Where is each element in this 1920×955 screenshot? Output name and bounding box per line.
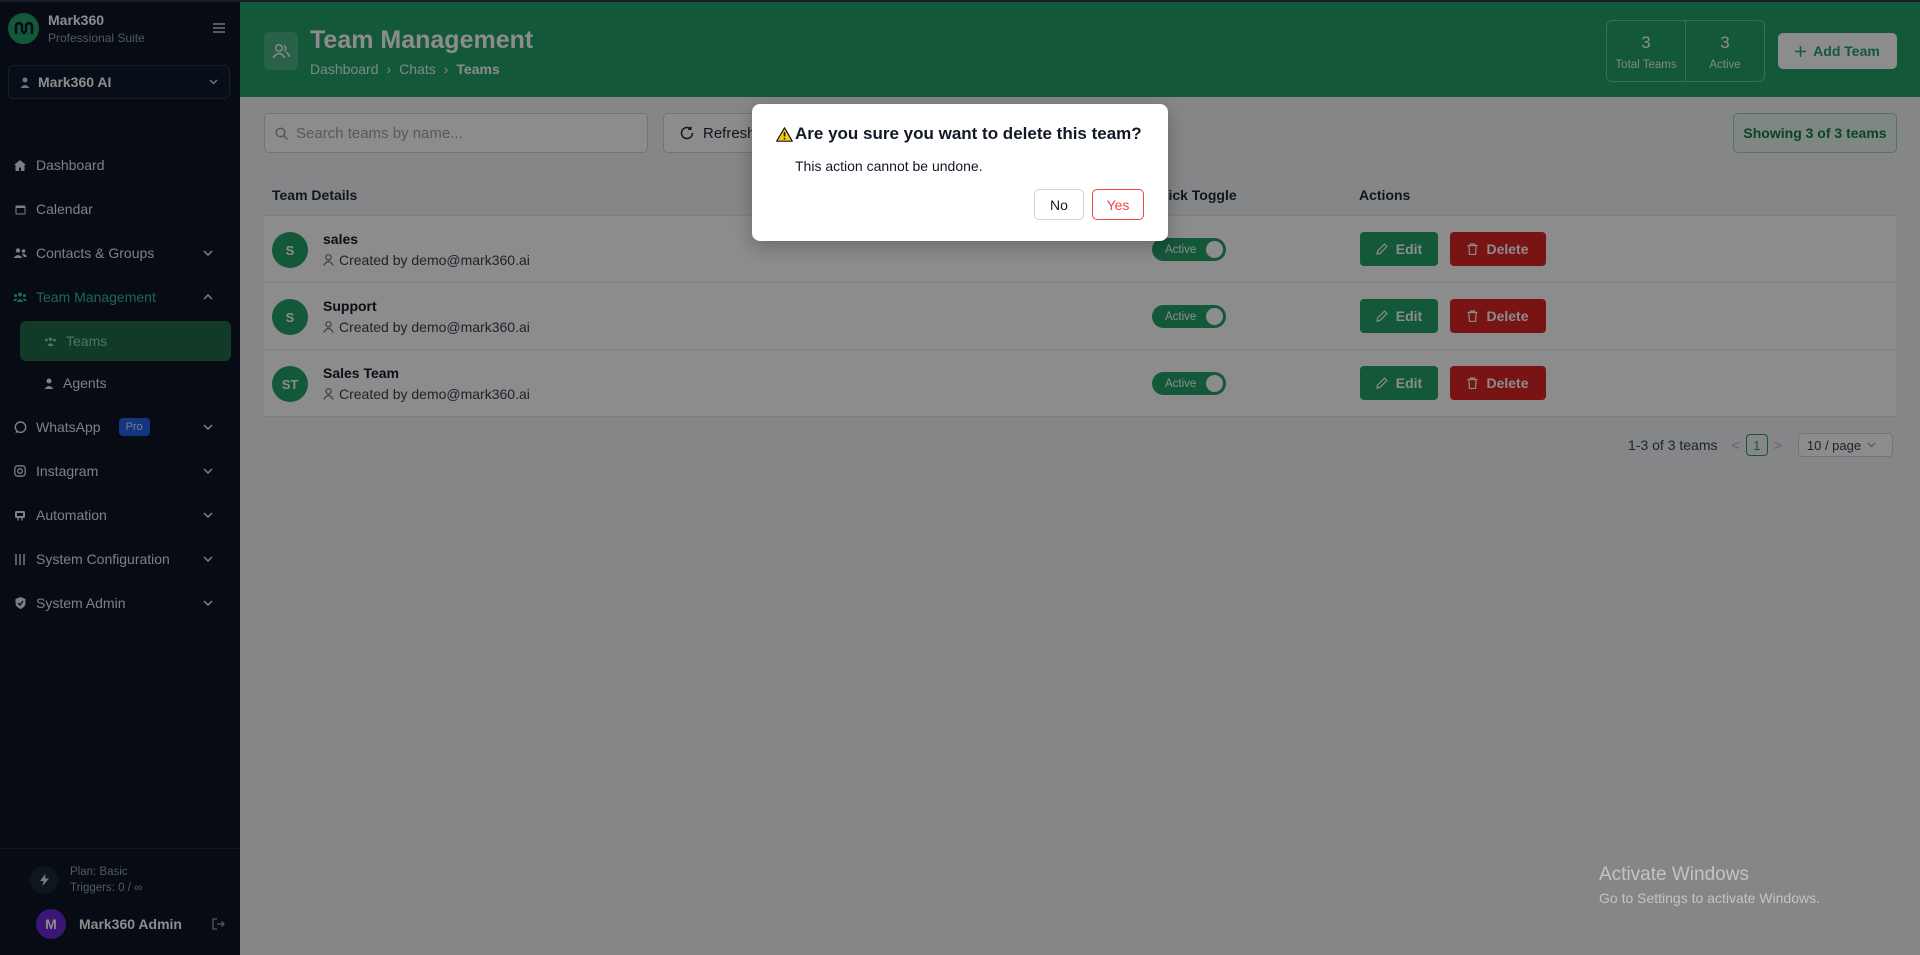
dialog-message: This action cannot be undone.	[795, 158, 983, 174]
warning-icon	[776, 126, 793, 142]
windows-activation-watermark: Activate Windows Go to Settings to activ…	[1599, 864, 1820, 906]
delete-confirm-dialog: Are you sure you want to delete this tea…	[752, 104, 1168, 241]
watermark-subtitle: Go to Settings to activate Windows.	[1599, 890, 1820, 906]
dialog-title: Are you sure you want to delete this tea…	[795, 124, 1142, 143]
confirm-button[interactable]: Yes	[1092, 189, 1144, 220]
watermark-title: Activate Windows	[1599, 864, 1749, 885]
dialog-title-row: Are you sure you want to delete this tea…	[776, 124, 1142, 144]
cancel-button[interactable]: No	[1034, 189, 1084, 220]
